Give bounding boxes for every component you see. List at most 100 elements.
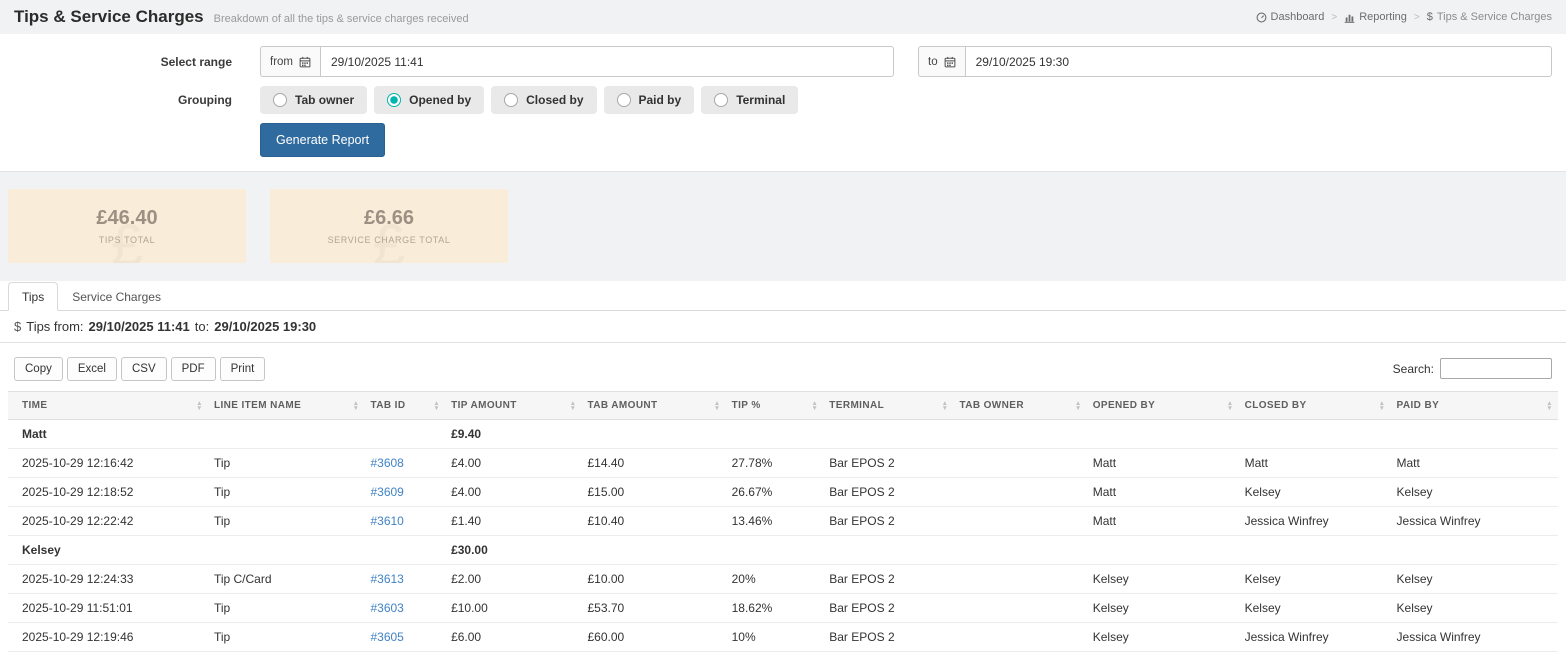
cell-tip-amount: £10.00: [445, 593, 582, 623]
cell-terminal: Bar EPOS 2: [823, 448, 954, 478]
table-row: 2025-10-29 12:24:33 Tip C/Card #3613 £2.00 £…: [8, 564, 1558, 594]
cell-terminal: Bar EPOS 2: [823, 622, 954, 652]
grouping-option-opened-by[interactable]: Opened by: [374, 86, 485, 114]
report-title: $ Tips from: 29/10/2025 11:41 to: 29/10/…: [0, 311, 1566, 343]
tab-id-link[interactable]: #3608: [370, 456, 403, 470]
select-range-row: Select range from to: [14, 46, 1552, 77]
cell-tab-owner: [953, 622, 1087, 652]
report-panel: Tips Service Charges $ Tips from: 29/10/2…: [0, 281, 1566, 652]
cell-terminal: Bar EPOS 2: [823, 477, 954, 507]
column-header-tip[interactable]: TIP % ▲ ▼: [725, 391, 824, 420]
search-input[interactable]: [1440, 358, 1552, 379]
column-header-paid-by[interactable]: PAID BY ▲ ▼: [1390, 391, 1558, 420]
export-print-button[interactable]: Print: [219, 357, 266, 381]
dollar-icon: $: [14, 319, 22, 334]
export-pdf-button[interactable]: PDF: [170, 357, 216, 381]
tab-id-link[interactable]: #3613: [370, 572, 403, 586]
tab-service-charges[interactable]: Service Charges: [58, 282, 175, 311]
to-date-input[interactable]: [964, 46, 1552, 77]
tips-total-card: £ £46.40 TIPS TOTAL: [8, 189, 246, 263]
group-cell: [725, 419, 824, 449]
cell-tip: 13.46%: [725, 506, 824, 536]
cell-terminal: Bar EPOS 2: [823, 506, 954, 536]
group-cell: [581, 535, 726, 565]
cell-time: 2025-10-29 12:24:33: [8, 564, 208, 594]
cell-opened-by: Matt: [1086, 506, 1239, 536]
breadcrumb-item-dashboard[interactable]: Dashboard: [1256, 11, 1324, 23]
report-filter-form: Select range from to: [0, 34, 1566, 172]
cell-tab-amount: £10.00: [581, 564, 726, 594]
grouping-option-label: Closed by: [526, 93, 584, 107]
column-header-tab-owner[interactable]: TAB OWNER ▲ ▼: [953, 391, 1087, 420]
group-total: £30.00: [445, 535, 582, 565]
table-toolbar: Copy Excel CSV PDF Print Search:: [0, 343, 1566, 391]
radio-icon: [616, 93, 631, 107]
breadcrumb-item-tips-service-charges[interactable]: $ Tips & Service Charges: [1427, 11, 1552, 23]
cell-line-item-name: Tip: [207, 622, 365, 652]
cell-opened-by: Matt: [1086, 477, 1239, 507]
column-header-tab-amount[interactable]: TAB AMOUNT ▲ ▼: [581, 391, 726, 420]
column-header-opened-by[interactable]: OPENED BY ▲ ▼: [1086, 391, 1239, 420]
group-cell: [1238, 419, 1391, 449]
generate-report-button[interactable]: Generate Report: [260, 123, 386, 157]
breadcrumb-item-reporting[interactable]: Reporting: [1344, 11, 1407, 23]
table-row: 2025-10-29 12:18:52 Tip #3609 £4.00 £15.00 26…: [8, 477, 1558, 507]
grouping-option-terminal[interactable]: Terminal: [701, 86, 799, 114]
cell-time: 2025-10-29 12:18:52: [8, 477, 208, 507]
column-header-tab-id[interactable]: TAB ID ▲ ▼: [364, 391, 446, 420]
tab-id-link[interactable]: #3603: [370, 601, 403, 615]
from-date-group: from: [260, 46, 894, 77]
export-copy-button[interactable]: Copy: [14, 357, 63, 381]
from-date-input[interactable]: [320, 46, 894, 77]
sort-icon: ▲ ▼: [433, 399, 441, 412]
group-cell: [1086, 535, 1239, 565]
cell-tab-id: #3608: [364, 448, 446, 478]
tab-id-link[interactable]: #3605: [370, 630, 403, 644]
column-header-closed-by[interactable]: CLOSED BY ▲ ▼: [1238, 391, 1391, 420]
tab-id-link[interactable]: #3610: [370, 514, 403, 528]
summary-cards: £ £46.40 TIPS TOTAL £ £6.66 SERVICE CHARGE TO…: [0, 172, 1566, 281]
export-excel-button[interactable]: Excel: [66, 357, 117, 381]
cell-opened-by: Matt: [1086, 448, 1239, 478]
group-cell: [1086, 419, 1239, 449]
export-buttons: Copy Excel CSV PDF Print: [14, 357, 266, 381]
cell-tip-amount: £1.40: [445, 506, 582, 536]
column-header-terminal[interactable]: TERMINAL ▲ ▼: [823, 391, 954, 420]
cell-tab-owner: [953, 506, 1087, 536]
calendar-icon: [944, 56, 956, 68]
cell-tab-id: #3610: [364, 506, 446, 536]
cell-tip-amount: £4.00: [445, 477, 582, 507]
tab-id-link[interactable]: #3609: [370, 485, 403, 499]
sort-icon: ▲ ▼: [713, 399, 721, 412]
cell-opened-by: Kelsey: [1086, 564, 1239, 594]
cell-closed-by: Jessica Winfrey: [1238, 622, 1391, 652]
tips-table: TIME ▲ ▼ LINE ITEM NAME ▲ ▼ TAB ID ▲ ▼ TIP AMOUNT…: [8, 391, 1558, 652]
sort-icon: ▲ ▼: [941, 399, 949, 412]
report-to-word: to:: [194, 319, 210, 334]
cell-tip: 10%: [725, 622, 824, 652]
column-header-tip-amount[interactable]: TIP AMOUNT ▲ ▼: [445, 391, 582, 420]
column-header-time[interactable]: TIME ▲ ▼: [8, 391, 208, 420]
group-cell: [207, 535, 365, 565]
submit-row: Generate Report: [14, 123, 1552, 157]
grouping-option-paid-by[interactable]: Paid by: [603, 86, 695, 114]
group-cell: [1238, 535, 1391, 565]
cell-terminal: Bar EPOS 2: [823, 564, 954, 594]
cell-line-item-name: Tip: [207, 593, 365, 623]
breadcrumb: Dashboard > Reporting > $ Tips & Service Char…: [1256, 11, 1552, 23]
cell-tab-amount: £14.40: [581, 448, 726, 478]
column-header-line-item-name[interactable]: LINE ITEM NAME ▲ ▼: [207, 391, 365, 420]
grouping-option-tab-owner[interactable]: Tab owner: [260, 86, 368, 114]
cell-paid-by: Matt: [1390, 448, 1558, 478]
cell-paid-by: Jessica Winfrey: [1390, 622, 1558, 652]
group-row-kelsey: Kelsey £30.00: [8, 535, 1558, 565]
grouping-option-closed-by[interactable]: Closed by: [491, 86, 597, 114]
export-csv-button[interactable]: CSV: [120, 357, 167, 381]
table-row: 2025-10-29 11:51:01 Tip #3603 £10.00 £53.70 1…: [8, 593, 1558, 623]
report-tabs: Tips Service Charges: [0, 281, 1566, 311]
tab-tips[interactable]: Tips: [8, 282, 59, 311]
table-row: 2025-10-29 12:16:42 Tip #3608 £4.00 £14.40 27…: [8, 448, 1558, 478]
grouping-option-label: Tab owner: [295, 93, 355, 107]
title-wrap: Tips & Service Charges Breakdown of all …: [14, 7, 469, 27]
cell-tab-owner: [953, 564, 1087, 594]
